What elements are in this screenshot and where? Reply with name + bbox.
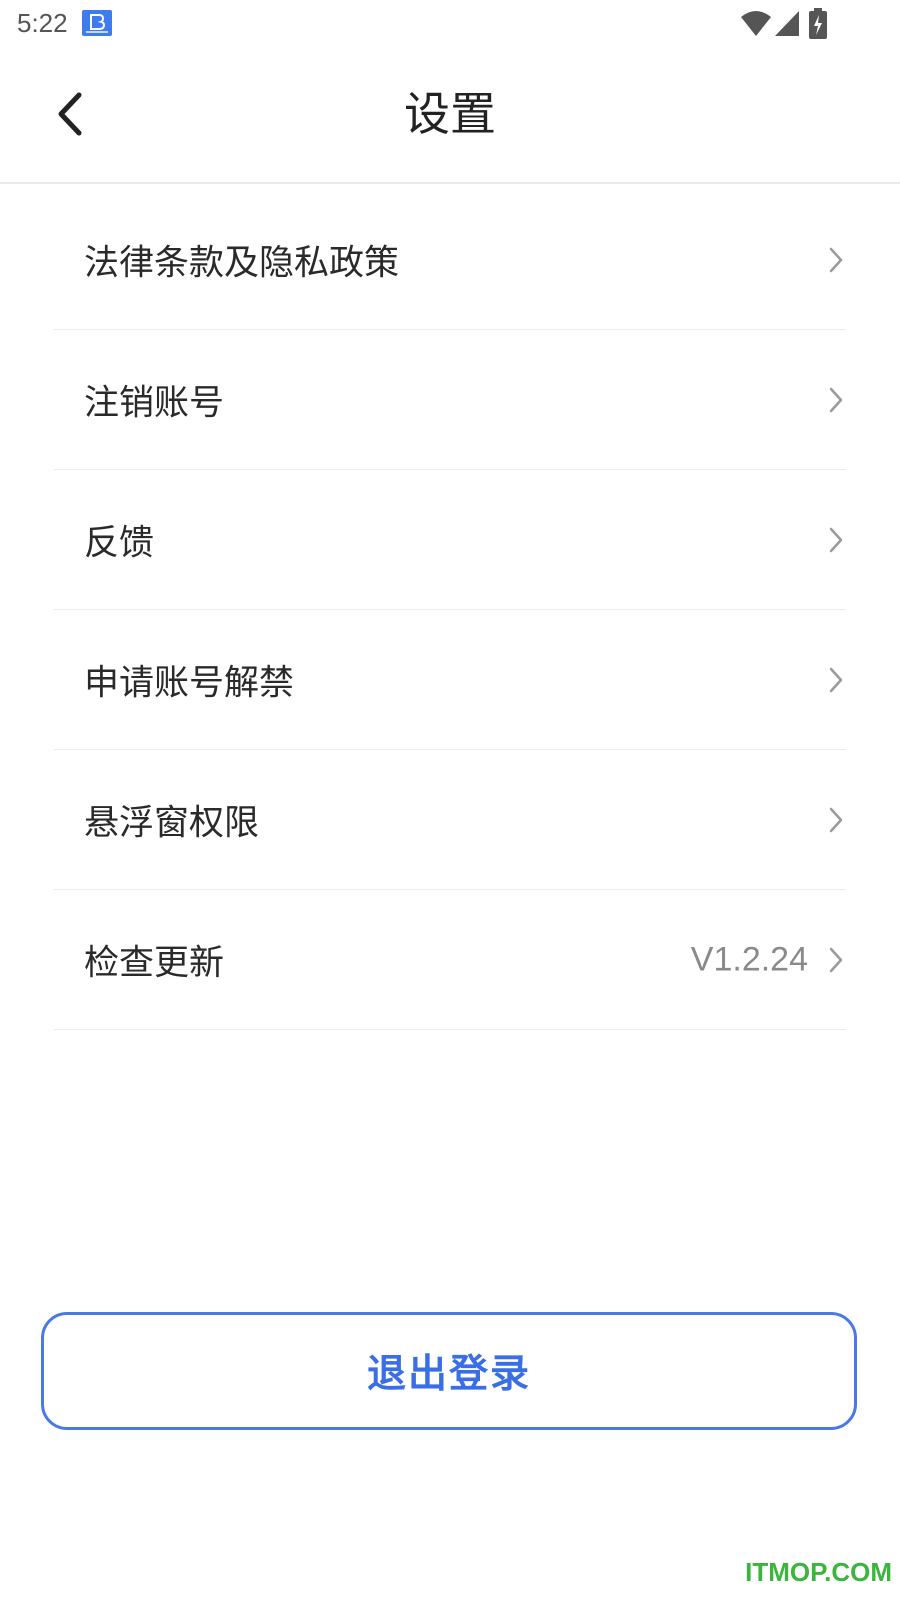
page-title: 设置 [404,87,496,141]
menu-item-label: 注销账号 [84,383,225,423]
version-value: V1.2.24 [690,940,808,978]
menu-item-label: 悬浮窗权限 [84,803,260,843]
logout-label: 退出登录 [366,1352,531,1397]
menu-item-delete-account[interactable]: 注销账号 [54,330,846,470]
menu-item-label: 反馈 [84,523,155,563]
chevron-right-icon [829,807,843,832]
menu-item-floating-window-permission[interactable]: 悬浮窗权限 [54,750,846,890]
battery-charging-icon [809,8,827,39]
notification-app-icon [82,10,112,36]
chevron-right-icon [829,247,843,272]
chevron-right-icon [829,387,843,412]
status-bar: 5:22 [0,0,900,48]
settings-menu: 法律条款及隐私政策 注销账号 反馈 申请账号解禁 悬浮窗权限 检查更新 V1.2… [0,190,900,1030]
wifi-icon [741,11,771,36]
cell-signal-icon [775,11,799,36]
status-icons [740,8,850,40]
menu-item-label: 法律条款及隐私政策 [84,243,400,283]
header: 设置 [0,48,900,184]
menu-item-feedback[interactable]: 反馈 [54,470,846,610]
chevron-right-icon [829,947,843,972]
menu-item-account-unban[interactable]: 申请账号解禁 [54,610,846,750]
menu-item-check-update[interactable]: 检查更新 V1.2.24 [54,890,846,1030]
menu-item-legal-privacy[interactable]: 法律条款及隐私政策 [54,190,846,330]
chevron-right-icon [829,667,843,692]
menu-item-label: 检查更新 [84,943,225,983]
menu-item-label: 申请账号解禁 [84,663,295,703]
status-time: 5:22 [17,8,68,38]
watermark: ITMOP.COM [745,1557,892,1587]
logout-button[interactable]: 退出登录 [41,1312,857,1430]
chevron-right-icon [829,527,843,552]
